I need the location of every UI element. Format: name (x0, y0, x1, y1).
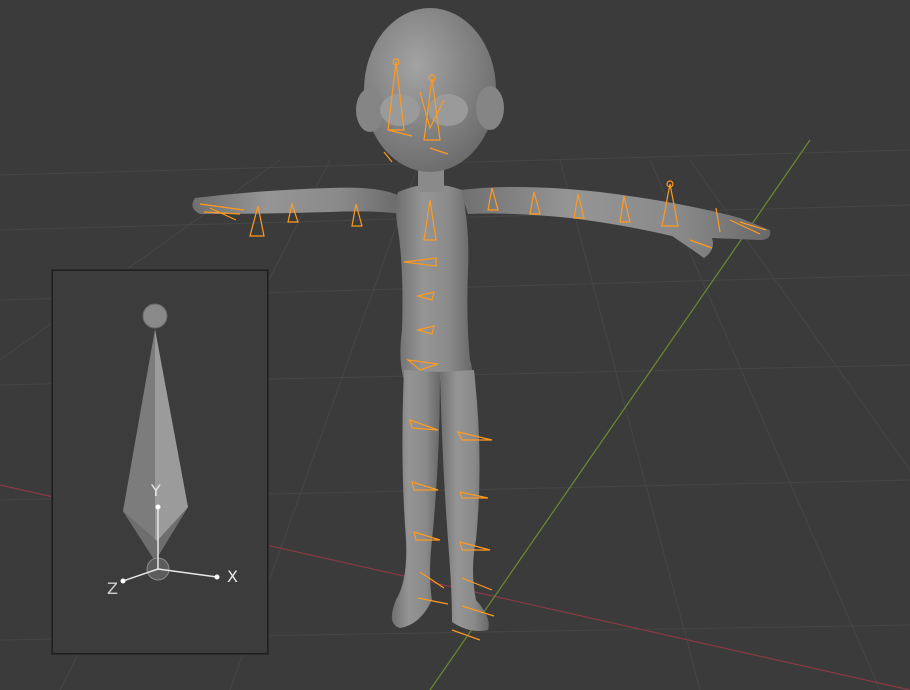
3d-viewport[interactable]: Y X Z (0, 0, 910, 690)
bone-diagram (120, 303, 220, 584)
left-leg (391, 370, 440, 628)
x-axis-dot (214, 574, 220, 580)
bone-tail-sphere (142, 303, 168, 329)
armature[interactable] (199, 58, 767, 641)
y-axis-dot (155, 504, 161, 510)
right-ear (476, 86, 504, 130)
torso (396, 184, 472, 380)
character-mesh[interactable] (192, 8, 771, 631)
z-axis-label: Z (107, 579, 118, 598)
left-arm (192, 187, 404, 214)
right-arm (460, 186, 771, 258)
z-axis-dot (120, 578, 126, 584)
x-axis-label: X (227, 567, 238, 586)
bone-inset-panel: Y X Z (52, 270, 268, 654)
left-ear (356, 88, 384, 132)
right-leg (440, 370, 489, 631)
y-axis-label: Y (151, 481, 161, 500)
